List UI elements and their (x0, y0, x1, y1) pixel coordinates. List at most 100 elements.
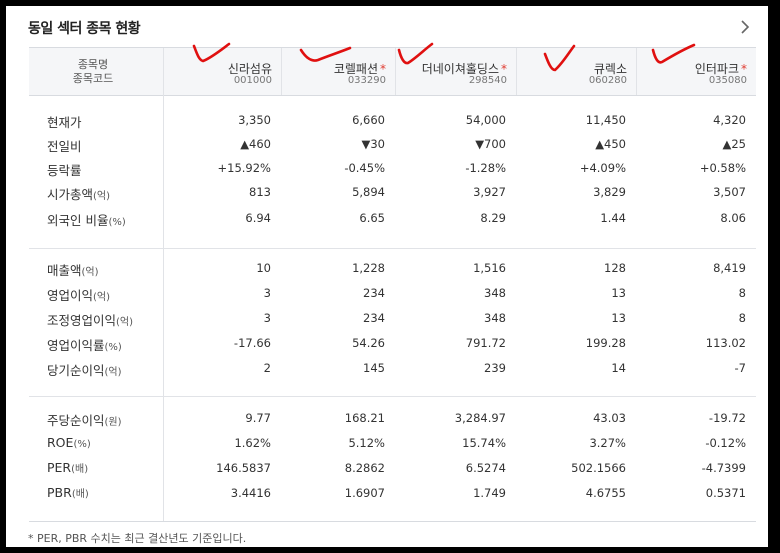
row-label-text: 현재가 (47, 115, 82, 130)
cell-value: 3,507 (713, 185, 746, 199)
footnote: * PER, PBR 수치는 최근 결산년도 기준입니다. (28, 532, 247, 545)
cell-value: 3,927 (473, 185, 506, 199)
sector-stocks-panel: 동일 섹터 종목 현황 종목명 종목코드 신라섬유 001000 코렐패션 * 0… (6, 6, 768, 547)
row-label: PER(배) (47, 460, 88, 475)
stock-name[interactable]: 신라섬유 (228, 62, 272, 76)
cell-value: -1.28% (465, 161, 506, 175)
cell-value: 168.21 (344, 411, 385, 425)
cell-value: +0.58% (699, 161, 746, 175)
row-label: 현재가 (47, 112, 82, 131)
table-row: 당기순이익(억) 2 145 239 14 -7 (29, 356, 756, 381)
cell-value: 3 (263, 286, 271, 300)
row-label-text: 매출액 (47, 263, 82, 278)
star-icon: * (501, 62, 507, 76)
cell-value: 234 (363, 311, 385, 325)
row-label-text: 시가총액 (47, 187, 94, 202)
header-label-name: 종목명 (77, 58, 109, 71)
row-label-text: 등락률 (47, 163, 82, 178)
cell-value: 2 (263, 361, 271, 375)
cell-value: 1.44 (600, 211, 626, 225)
stock-name[interactable]: 인터파크 (695, 62, 739, 76)
cell-value: 3,284.97 (454, 411, 506, 425)
table-row: 전일비 ▲460 ▼30 ▼700 ▲450 ▲25 (29, 132, 756, 157)
header-label-code: 종목코드 (72, 72, 114, 85)
cell-value: ▲25 (722, 137, 746, 151)
cell-value: 4,320 (713, 113, 746, 127)
row-label: 영업이익(억) (47, 285, 110, 304)
table-row: 주당순이익(원) 9.77 168.21 3,284.97 43.03 -19.72 (29, 406, 756, 431)
row-unit: (억) (104, 367, 122, 378)
cell-value: 1.749 (473, 486, 506, 500)
row-unit: (억) (116, 317, 134, 328)
stock-code: 033290 (347, 75, 386, 86)
cell-value: +15.92% (217, 161, 272, 175)
cell-value: +4.09% (579, 161, 626, 175)
cell-value: 8 (738, 286, 746, 300)
table-row: PER(배) 146.5837 8.2862 6.5274 502.1566 -4.739… (29, 456, 756, 481)
cell-value: 3,829 (593, 185, 626, 199)
table-row: 조정영업이익(억) 3 234 348 13 8 (29, 306, 756, 331)
cell-value: 3,350 (238, 113, 271, 127)
row-label: 조정영업이익(억) (47, 310, 133, 329)
row-label: 주당순이익(원) (47, 410, 122, 429)
table-row: 시가총액(억) 813 5,894 3,927 3,829 3,507 (29, 180, 756, 205)
cell-value: 9.77 (245, 411, 271, 425)
row-label: 당기순이익(억) (47, 360, 122, 379)
row-label-text: 영업이익 (47, 288, 94, 303)
row-label-text: 외국인 비율 (47, 213, 109, 228)
cell-value: 8.2862 (344, 461, 385, 475)
row-label: PBR(배) (47, 485, 89, 500)
cell-value: 145 (363, 361, 385, 375)
cell-value: 1.62% (234, 436, 271, 450)
cell-value: 5,894 (352, 185, 385, 199)
row-unit: (배) (71, 489, 89, 500)
cell-value: 8 (738, 311, 746, 325)
panel-title: 동일 섹터 종목 현황 (28, 21, 141, 37)
row-unit: (억) (93, 191, 111, 202)
check-mark-annotation (543, 44, 576, 72)
row-label-text: PER (47, 460, 72, 475)
row-label-text: 주당순이익 (47, 413, 105, 428)
cell-value: -4.7399 (701, 461, 746, 475)
table-bottom-border (29, 521, 756, 522)
cell-value: 4.6755 (585, 486, 626, 500)
row-label: 외국인 비율(%) (47, 210, 126, 229)
row-label: ROE(%) (47, 435, 91, 450)
section-divider (29, 248, 756, 249)
row-unit: (원) (104, 417, 122, 428)
stock-name[interactable]: 큐렉소 (594, 62, 627, 76)
cell-value: 239 (484, 361, 506, 375)
cell-value: -0.12% (705, 436, 746, 450)
row-label: 등락률 (47, 160, 82, 179)
cell-value: 1,228 (352, 261, 385, 275)
table-row: 영업이익률(%) -17.66 54.26 791.72 199.28 113.02 (29, 331, 756, 356)
cell-value: ▲460 (240, 137, 271, 151)
row-unit: (억) (93, 292, 111, 303)
check-mark-annotation (397, 42, 434, 65)
cell-value: 3.4416 (230, 486, 271, 500)
cell-value: ▼700 (475, 137, 506, 151)
cell-value: 6.5274 (465, 461, 506, 475)
cell-value: 54.26 (352, 336, 385, 350)
cell-value: -0.45% (344, 161, 385, 175)
cell-value: 8.29 (480, 211, 506, 225)
header-label-cell: 종목명 종목코드 (29, 48, 163, 95)
cell-value: 348 (484, 286, 506, 300)
cell-value: 3 (263, 311, 271, 325)
cell-value: 14 (611, 361, 626, 375)
chevron-right-icon[interactable] (736, 18, 754, 36)
stock-code: 298540 (468, 75, 507, 86)
row-unit: (%) (108, 217, 126, 228)
row-label-text: 당기순이익 (47, 363, 105, 378)
cell-value: -17.66 (233, 336, 271, 350)
cell-value: 6,660 (352, 113, 385, 127)
row-label: 시가총액(억) (47, 184, 110, 203)
cell-value: 6.65 (359, 211, 385, 225)
cell-value: ▼30 (361, 137, 385, 151)
cell-value: 199.28 (585, 336, 626, 350)
check-mark-annotation (651, 43, 696, 64)
cell-value: 791.72 (465, 336, 506, 350)
cell-value: 113.02 (705, 336, 746, 350)
cell-value: 3.27% (589, 436, 626, 450)
cell-value: 234 (363, 286, 385, 300)
